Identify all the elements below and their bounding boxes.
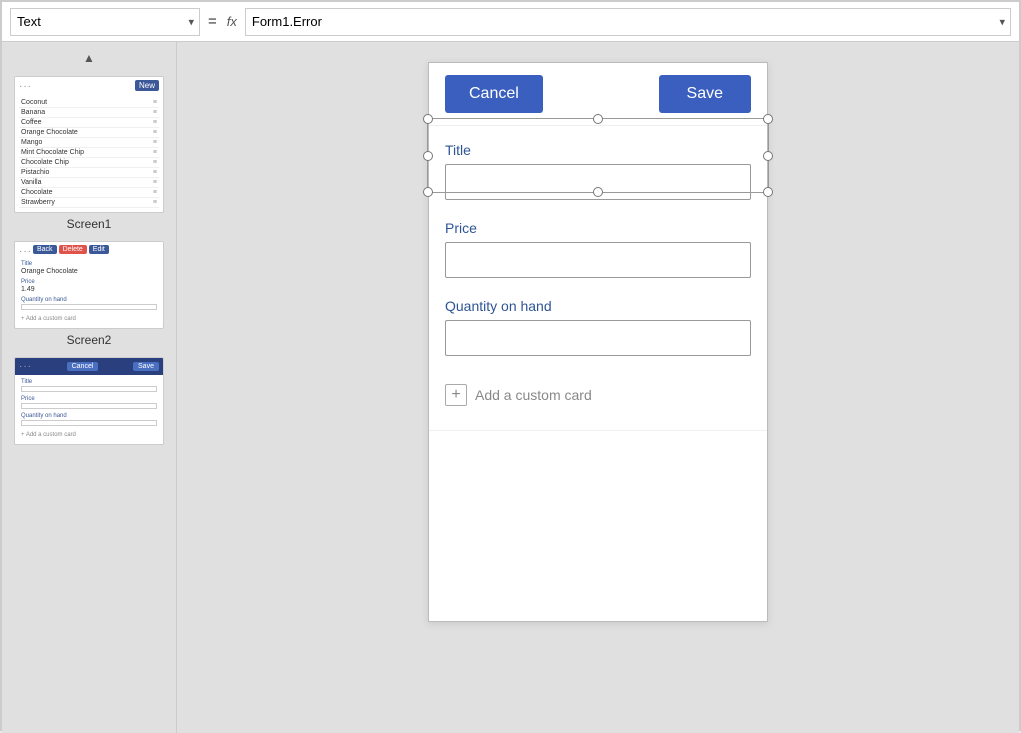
screen2-field-title: Title Orange Chocolate — [21, 261, 157, 275]
screen2-price-label: Price — [21, 279, 157, 285]
screen3-thumb-header: ··· Cancel Save — [15, 358, 163, 375]
screen1-item[interactable]: ··· New Coconut≡ Banana≡ Coffee≡ Orange … — [14, 76, 164, 231]
price-input[interactable] — [445, 242, 751, 278]
screen2-add-card: + Add a custom card — [21, 314, 157, 324]
list-item: Strawberry≡ — [19, 198, 159, 208]
add-card-plus-icon: + — [445, 384, 467, 406]
formula-bar: Text = fx — [2, 2, 1019, 42]
screen2-buttons: Back Delete Edit — [33, 245, 109, 254]
quantity-input[interactable] — [445, 320, 751, 356]
formula-select-wrapper: Text — [10, 8, 200, 36]
screen3-price-input — [21, 403, 157, 409]
screen2-field-qty: Quantity on hand — [21, 297, 157, 310]
screen2-delete-btn: Delete — [59, 245, 87, 254]
screen3-title-input — [21, 386, 157, 392]
screen1-new-badge: New — [135, 80, 159, 91]
title-label: Title — [445, 142, 751, 158]
screen2-qty-input — [21, 304, 157, 310]
list-item: Mango≡ — [19, 138, 159, 148]
scroll-up-button[interactable]: ▲ — [79, 50, 99, 66]
price-label: Price — [445, 220, 751, 236]
screen3-field-qty: Quantity on hand — [21, 413, 157, 426]
quantity-label: Quantity on hand — [445, 298, 751, 314]
list-item: Banana≡ — [19, 108, 159, 118]
form-footer — [429, 430, 767, 590]
list-item: Chocolate≡ — [19, 188, 159, 198]
screen2-thumb-header: ··· Back Delete Edit — [15, 242, 163, 257]
form-field-price: Price — [445, 220, 751, 278]
screen2-item[interactable]: ··· Back Delete Edit Title Orange Chocol… — [14, 241, 164, 347]
cancel-button[interactable]: Cancel — [445, 75, 543, 113]
screen3-title-label: Title — [21, 379, 157, 385]
save-button[interactable]: Save — [659, 75, 751, 113]
list-item: Vanilla≡ — [19, 178, 159, 188]
main-area: ▲ ··· New Coconut≡ Banana≡ Coffee≡ Orang… — [2, 42, 1019, 733]
canvas-area: Cancel Save Title Price Quantity on hand — [177, 42, 1019, 733]
screen2-price-value: 1.49 — [21, 286, 157, 293]
list-item: Orange Chocolate≡ — [19, 128, 159, 138]
formula-equals-sign: = — [206, 13, 219, 30]
screen1-list: Coconut≡ Banana≡ Coffee≡ Orange Chocolat… — [15, 94, 163, 212]
list-item: Mint Chocolate Chip≡ — [19, 148, 159, 158]
screen3-body: Title Price Quantity on hand + Add a cus… — [15, 375, 163, 444]
formula-select[interactable]: Text — [10, 8, 200, 36]
screen3-cancel-btn: Cancel — [67, 362, 99, 371]
screen3-dots: ··· — [19, 361, 32, 372]
add-custom-card[interactable]: + Add a custom card — [445, 376, 751, 414]
list-item: Coffee≡ — [19, 118, 159, 128]
list-item: Chocolate Chip≡ — [19, 158, 159, 168]
screen3-field-title: Title — [21, 379, 157, 392]
screen2-body: Title Orange Chocolate Price 1.49 Quanti… — [15, 257, 163, 328]
screen2-dots: ··· — [19, 246, 32, 257]
phone-frame: Cancel Save Title Price Quantity on hand — [428, 62, 768, 622]
form-field-title: Title — [445, 142, 751, 200]
screen2-title-label: Title — [21, 261, 157, 267]
form-body: Title Price Quantity on hand + Add a cus… — [429, 126, 767, 430]
list-item: Coconut≡ — [19, 98, 159, 108]
screen3-qty-input — [21, 420, 157, 426]
add-card-label: Add a custom card — [475, 387, 592, 403]
screen3-price-label: Price — [21, 396, 157, 402]
screen3-add-card: + Add a custom card — [21, 430, 157, 440]
formula-input[interactable] — [245, 8, 1011, 36]
screen3-thumb: ··· Cancel Save Title Price Quantity on … — [14, 357, 164, 445]
screen2-back-btn: Back — [33, 245, 57, 254]
screen3-qty-label: Quantity on hand — [21, 413, 157, 419]
form-field-quantity: Quantity on hand — [445, 298, 751, 356]
left-panel: ▲ ··· New Coconut≡ Banana≡ Coffee≡ Orang… — [2, 42, 177, 733]
screen2-thumb: ··· Back Delete Edit Title Orange Chocol… — [14, 241, 164, 329]
list-item: Pistachio≡ — [19, 168, 159, 178]
screen1-dots: ··· — [19, 81, 32, 92]
screen2-qty-label: Quantity on hand — [21, 297, 157, 303]
screen2-edit-btn: Edit — [89, 245, 109, 254]
screen3-item[interactable]: ··· Cancel Save Title Price Quantity on … — [14, 357, 164, 445]
formula-input-wrapper — [245, 8, 1011, 36]
screen1-thumb: ··· New Coconut≡ Banana≡ Coffee≡ Orange … — [14, 76, 164, 213]
screen2-field-price: Price 1.49 — [21, 279, 157, 293]
form-header: Cancel Save — [429, 63, 767, 126]
screen1-thumb-header: ··· New — [15, 77, 163, 94]
formula-fx-label: fx — [225, 14, 239, 29]
screen3-save-btn: Save — [133, 362, 159, 371]
screen2-title-value: Orange Chocolate — [21, 268, 157, 275]
screen3-field-price: Price — [21, 396, 157, 409]
screen1-label: Screen1 — [14, 217, 164, 231]
title-input[interactable] — [445, 164, 751, 200]
screen2-label: Screen2 — [14, 333, 164, 347]
